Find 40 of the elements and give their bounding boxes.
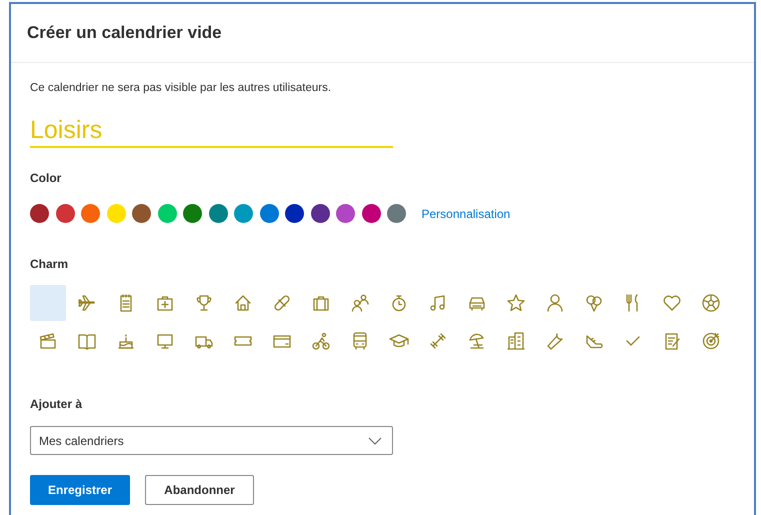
person-icon bbox=[545, 293, 565, 313]
color-swatch[interactable] bbox=[81, 204, 100, 223]
color-swatch[interactable] bbox=[310, 204, 330, 223]
save-button[interactable]: Enregistrer bbox=[30, 475, 130, 505]
building-icon bbox=[506, 331, 526, 351]
section-label: Charm bbox=[30, 257, 70, 271]
color-swatch[interactable] bbox=[158, 204, 176, 223]
color-swatch[interactable] bbox=[183, 204, 202, 223]
color-swatch[interactable] bbox=[30, 204, 49, 223]
color-swatch[interactable] bbox=[336, 204, 355, 223]
star-icon bbox=[506, 293, 526, 313]
color-swatch[interactable] bbox=[387, 204, 406, 223]
customize-link[interactable]: Personnalisation bbox=[422, 206, 510, 220]
people-icon bbox=[350, 293, 370, 313]
section-label: Ajouter à bbox=[30, 397, 84, 411]
color-swatch[interactable] bbox=[285, 204, 304, 223]
color-swatch[interactable] bbox=[362, 204, 380, 223]
airplane-icon bbox=[77, 293, 97, 313]
dialog-title: Créer un calendrier vide bbox=[27, 23, 222, 43]
color-swatch[interactable] bbox=[208, 204, 228, 223]
color-swatch[interactable] bbox=[56, 204, 74, 223]
color-swatch[interactable] bbox=[106, 204, 126, 223]
color-swatch[interactable] bbox=[234, 204, 253, 223]
color-swatch[interactable] bbox=[260, 204, 278, 223]
balloons-icon bbox=[584, 293, 604, 313]
dumbbell-icon bbox=[428, 331, 448, 351]
color-swatch[interactable] bbox=[132, 204, 151, 223]
house-icon bbox=[233, 293, 253, 313]
section-label: Color bbox=[30, 171, 62, 185]
description-text: Ce calendrier ne sera pas visible par les autres utilisateurs. bbox=[30, 82, 332, 94]
trophy-icon bbox=[194, 293, 214, 313]
heart-icon bbox=[662, 293, 682, 313]
calendar-dropdown[interactable]: Mes calendriers bbox=[30, 426, 393, 455]
soccer-ball-icon bbox=[701, 293, 721, 313]
pill-icon bbox=[272, 293, 292, 313]
target-icon bbox=[701, 331, 721, 351]
clapperboard-icon bbox=[38, 331, 58, 351]
cancel-button[interactable]: Abandonner bbox=[145, 475, 254, 505]
chevron-down-icon bbox=[368, 436, 382, 444]
cyclist-icon bbox=[311, 331, 331, 351]
